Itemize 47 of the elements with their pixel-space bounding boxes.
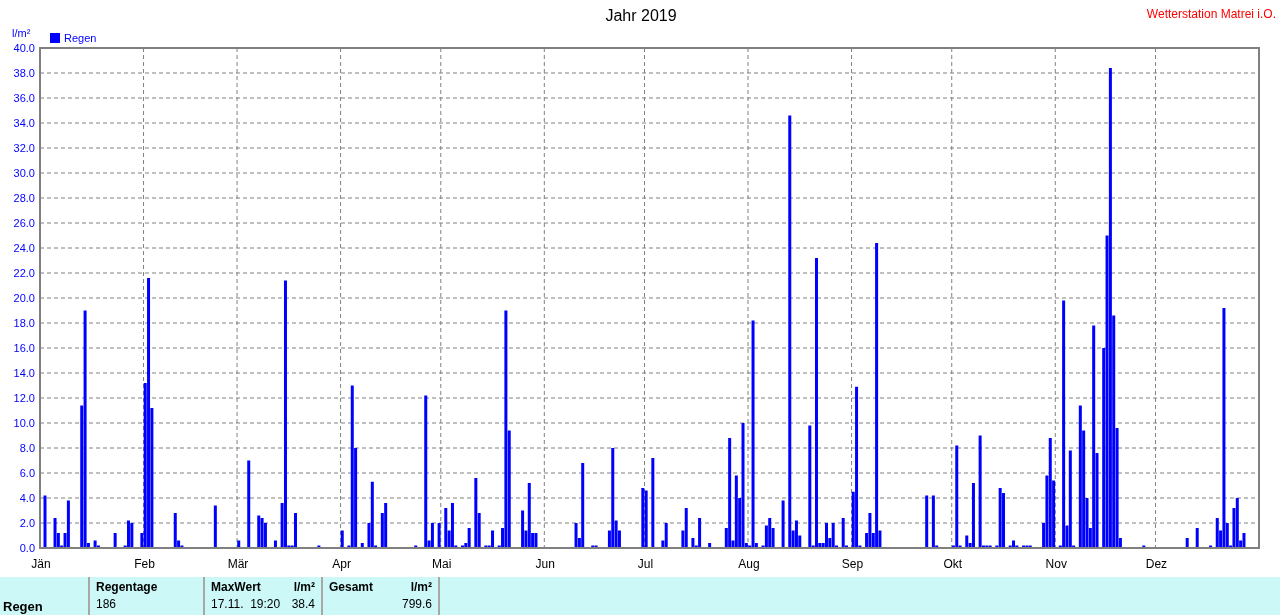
x-tick-label: Mär (227, 557, 249, 571)
y-tick-label: 20.0 (13, 292, 35, 304)
y-tick-label: 6.0 (19, 467, 35, 479)
y-tick-label: 0.0 (19, 542, 35, 554)
y-tick-label: 30.0 (13, 167, 35, 179)
y-tick-label: 16.0 (13, 342, 35, 354)
x-tick-label: Jul (637, 557, 654, 571)
y-tick-label: 18.0 (13, 317, 35, 329)
y-tick-label: 24.0 (13, 242, 35, 254)
x-tick-label: Jän (31, 557, 51, 571)
y-tick-label: 8.0 (19, 442, 35, 454)
table-cell-text: 38.4 (291, 597, 315, 613)
unit-label: l/m² (410, 580, 432, 596)
y-tick-label: 4.0 (19, 492, 35, 504)
legend-label: Regen (64, 32, 97, 44)
table-cell-text: 799.6 (401, 597, 432, 613)
y-tick-label: 10.0 (13, 417, 35, 429)
x-tick-label: Dez (1145, 557, 1168, 571)
x-tick-label: Okt (943, 557, 963, 571)
x-tick-label: Sep (841, 557, 864, 571)
y-tick-label: 28.0 (13, 192, 35, 204)
station-name: Wetterstation Matrei i.O. (1146, 7, 1276, 21)
y-tick-label: 12.0 (13, 392, 35, 404)
y-tick-label: 2.0 (19, 517, 35, 529)
column-heading: Regentage (96, 580, 158, 596)
x-tick-label: Mai (432, 557, 452, 571)
row-label: Regen (3, 599, 43, 615)
y-tick-label: 36.0 (13, 92, 35, 104)
x-tick-label: Feb (134, 557, 155, 571)
column-heading: Gesamt (329, 580, 374, 596)
x-tick-label: Aug (738, 557, 760, 571)
y-tick-label: 38.0 (13, 67, 35, 79)
y-tick-label: 14.0 (13, 367, 35, 379)
column-heading: MaxWert (211, 580, 261, 596)
table-cell-text: 186 (96, 597, 117, 613)
unit-label: l/m² (293, 580, 315, 596)
y-tick-label: 34.0 (13, 117, 35, 129)
x-tick-label: Nov (1045, 557, 1067, 571)
y-tick-label: 22.0 (13, 267, 35, 279)
y-axis-unit: l/m² (12, 27, 31, 39)
y-tick-label: 40.0 (13, 42, 35, 54)
x-tick-label: Jun (535, 557, 555, 571)
table-cell-text: 17.11. 19:20 (211, 597, 281, 613)
y-tick-label: 32.0 (13, 142, 35, 154)
y-tick-label: 26.0 (13, 217, 35, 229)
chart-title: Jahr 2019 (605, 7, 677, 24)
x-tick-label: Apr (332, 557, 351, 571)
